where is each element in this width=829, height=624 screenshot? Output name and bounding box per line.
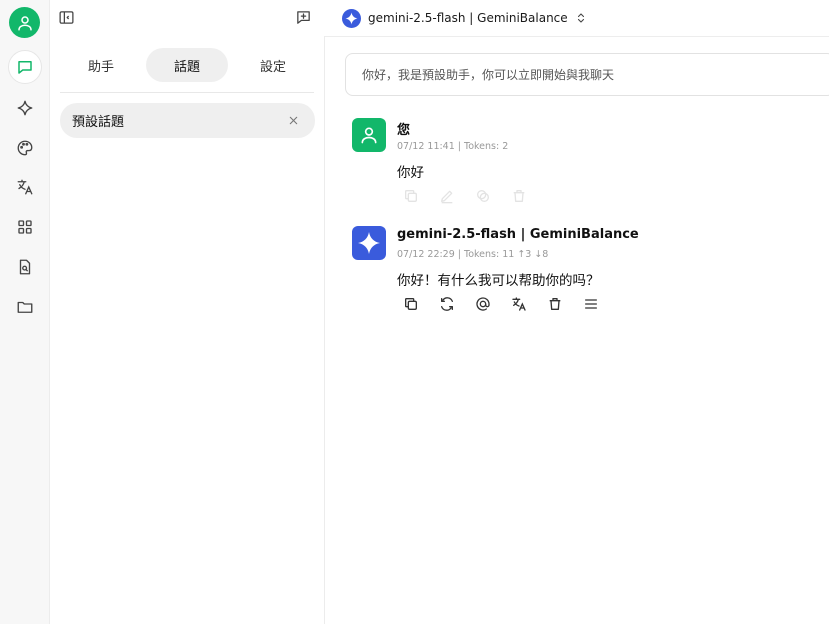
gemini-sparkle-icon — [345, 12, 358, 24]
message-meta: 07/12 22:29 | Tokens: 11 ↑3 ↓8 — [397, 249, 549, 260]
model-selector[interactable]: gemini-2.5-flash | GeminiBalance — [342, 8, 587, 28]
tab-assistants[interactable]: 助手 — [60, 48, 142, 82]
rail-agents-button[interactable] — [8, 91, 42, 125]
rail-apps-button[interactable] — [8, 210, 42, 244]
rail-translate-button[interactable] — [8, 170, 42, 204]
message-actions — [402, 295, 600, 313]
copy-button[interactable] — [402, 295, 420, 313]
regenerate-icon — [441, 297, 453, 311]
panel-tabs: 助手 話題 設定 — [60, 48, 314, 82]
icon-rail — [0, 0, 50, 624]
menu-icon — [585, 299, 597, 309]
delete-button[interactable] — [546, 295, 564, 313]
copy-button[interactable] — [402, 187, 420, 205]
message-meta: 07/12 11:41 | Tokens: 2 — [397, 141, 509, 152]
new-chat-icon — [296, 10, 310, 24]
assistant-prompt-text: 你好，我是預設助手，你可以立即開始與我聊天 — [362, 68, 615, 82]
chat-area: 你好，我是預設助手，你可以立即開始與我聊天 您 07/12 11:41 | To… — [325, 37, 829, 624]
gemini-sparkle-icon — [358, 232, 380, 254]
rail-files-button[interactable] — [8, 250, 42, 284]
close-icon — [289, 116, 297, 124]
assistant-prompt-box[interactable]: 你好，我是預設助手，你可以立即開始與我聊天 — [345, 53, 829, 96]
topic-close-button[interactable] — [285, 112, 301, 128]
translate-icon — [17, 179, 33, 195]
copy-icon — [405, 190, 417, 202]
sparkle-icon — [17, 100, 33, 116]
mention-button[interactable] — [474, 295, 492, 313]
tab-settings[interactable]: 設定 — [232, 48, 314, 82]
topbar-left — [50, 0, 325, 36]
user-avatar[interactable] — [9, 7, 40, 38]
topics-panel: 助手 話題 設定 預設話題 — [50, 36, 325, 624]
sidebar-collapse-icon — [58, 10, 74, 24]
rail-folder-button[interactable] — [8, 290, 42, 324]
toggle-sidebar-button[interactable] — [56, 7, 76, 27]
more-menu-button[interactable] — [582, 295, 600, 313]
resend-button[interactable] — [474, 187, 492, 205]
tab-topics[interactable]: 話題 — [146, 48, 228, 82]
copy-icon — [405, 298, 417, 310]
edit-button[interactable] — [438, 187, 456, 205]
tabs-divider — [60, 92, 314, 93]
gemini-logo — [342, 8, 361, 28]
message-author: gemini-2.5-flash | GeminiBalance — [397, 227, 639, 242]
user-message-avatar — [352, 118, 386, 152]
app-window: gemini-2.5-flash | GeminiBalance 助手 話題 設… — [0, 0, 829, 624]
message-author: 您 — [397, 123, 411, 138]
chevron-updown-icon — [577, 13, 584, 23]
message-text: 你好！有什么我可以帮助你的吗？ — [397, 273, 600, 289]
message-text: 你好 — [397, 165, 424, 181]
copy-stack-icon — [477, 190, 489, 202]
document-search-icon — [19, 259, 31, 275]
regenerate-button[interactable] — [438, 295, 456, 313]
topbar-right: gemini-2.5-flash | GeminiBalance — [325, 0, 829, 37]
message-user: 您 07/12 11:41 | Tokens: 2 你好 — [352, 118, 822, 218]
translate-button[interactable] — [510, 295, 528, 313]
topic-title: 預設話題 — [72, 115, 125, 130]
user-icon — [17, 15, 32, 30]
message-actions — [402, 187, 528, 205]
palette-icon — [17, 140, 33, 156]
model-message-avatar — [352, 226, 386, 260]
delete-icon — [513, 190, 525, 202]
mention-icon — [476, 297, 490, 311]
delete-icon — [549, 298, 561, 310]
rail-paintings-button[interactable] — [8, 131, 42, 165]
folder-icon — [17, 301, 33, 313]
apps-grid-icon — [18, 220, 32, 234]
user-icon — [361, 127, 377, 144]
pencil-icon — [441, 190, 453, 204]
translate-icon — [512, 297, 526, 311]
topic-item[interactable]: 預設話題 — [60, 103, 315, 138]
delete-button[interactable] — [510, 187, 528, 205]
message-assistant: gemini-2.5-flash | GeminiBalance 07/12 2… — [352, 226, 822, 326]
new-topic-button[interactable] — [293, 7, 313, 27]
rail-chat-button[interactable] — [8, 50, 42, 84]
chat-icon — [18, 61, 32, 74]
model-name: gemini-2.5-flash | GeminiBalance — [368, 11, 568, 25]
